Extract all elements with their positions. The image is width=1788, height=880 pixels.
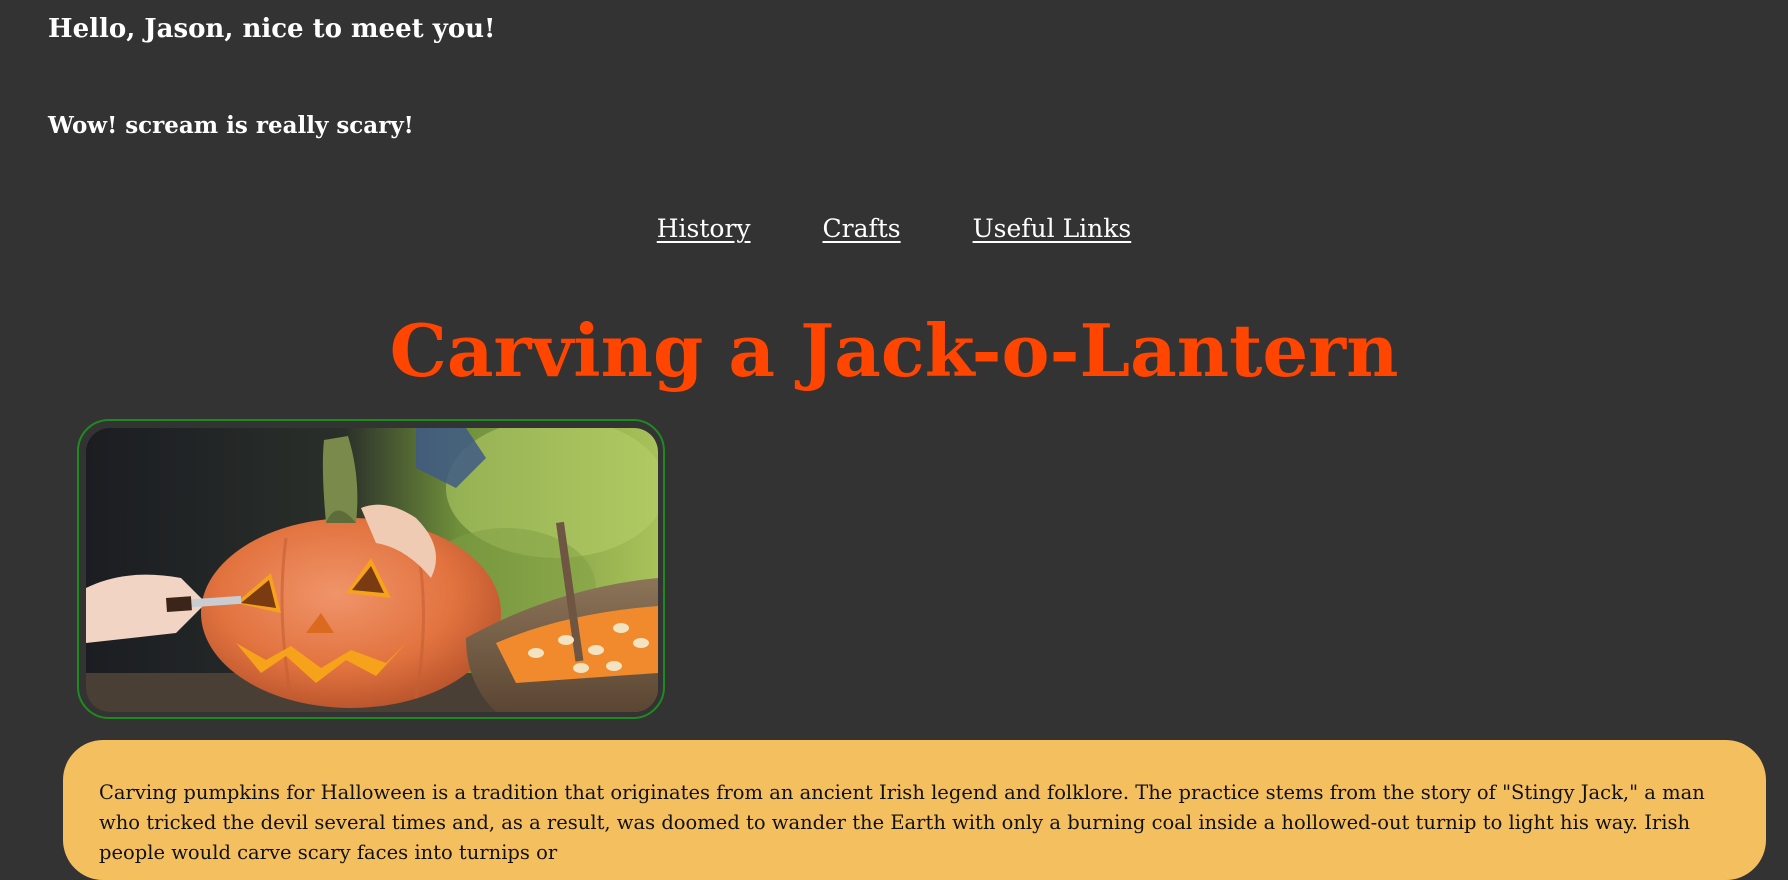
nav-link-history[interactable]: History xyxy=(657,214,751,243)
scream-message: Wow! scream is really scary! xyxy=(48,112,414,139)
content-card: Carving pumpkins for Halloween is a trad… xyxy=(63,740,1766,880)
greeting-heading: Hello, Jason, nice to meet you! xyxy=(48,14,496,44)
page: { "header": { "greeting": "Hello, Jason,… xyxy=(0,0,1788,880)
pumpkin-image-frame xyxy=(77,419,665,719)
nav-link-useful-links[interactable]: Useful Links xyxy=(973,214,1132,243)
nav-link-crafts[interactable]: Crafts xyxy=(823,214,901,243)
page-title: Carving a Jack-o-Lantern xyxy=(389,308,1399,393)
pumpkin-carving-image xyxy=(86,428,658,712)
intro-paragraph: Carving pumpkins for Halloween is a trad… xyxy=(99,781,1705,864)
main-nav: History Crafts Useful Links xyxy=(0,214,1788,243)
